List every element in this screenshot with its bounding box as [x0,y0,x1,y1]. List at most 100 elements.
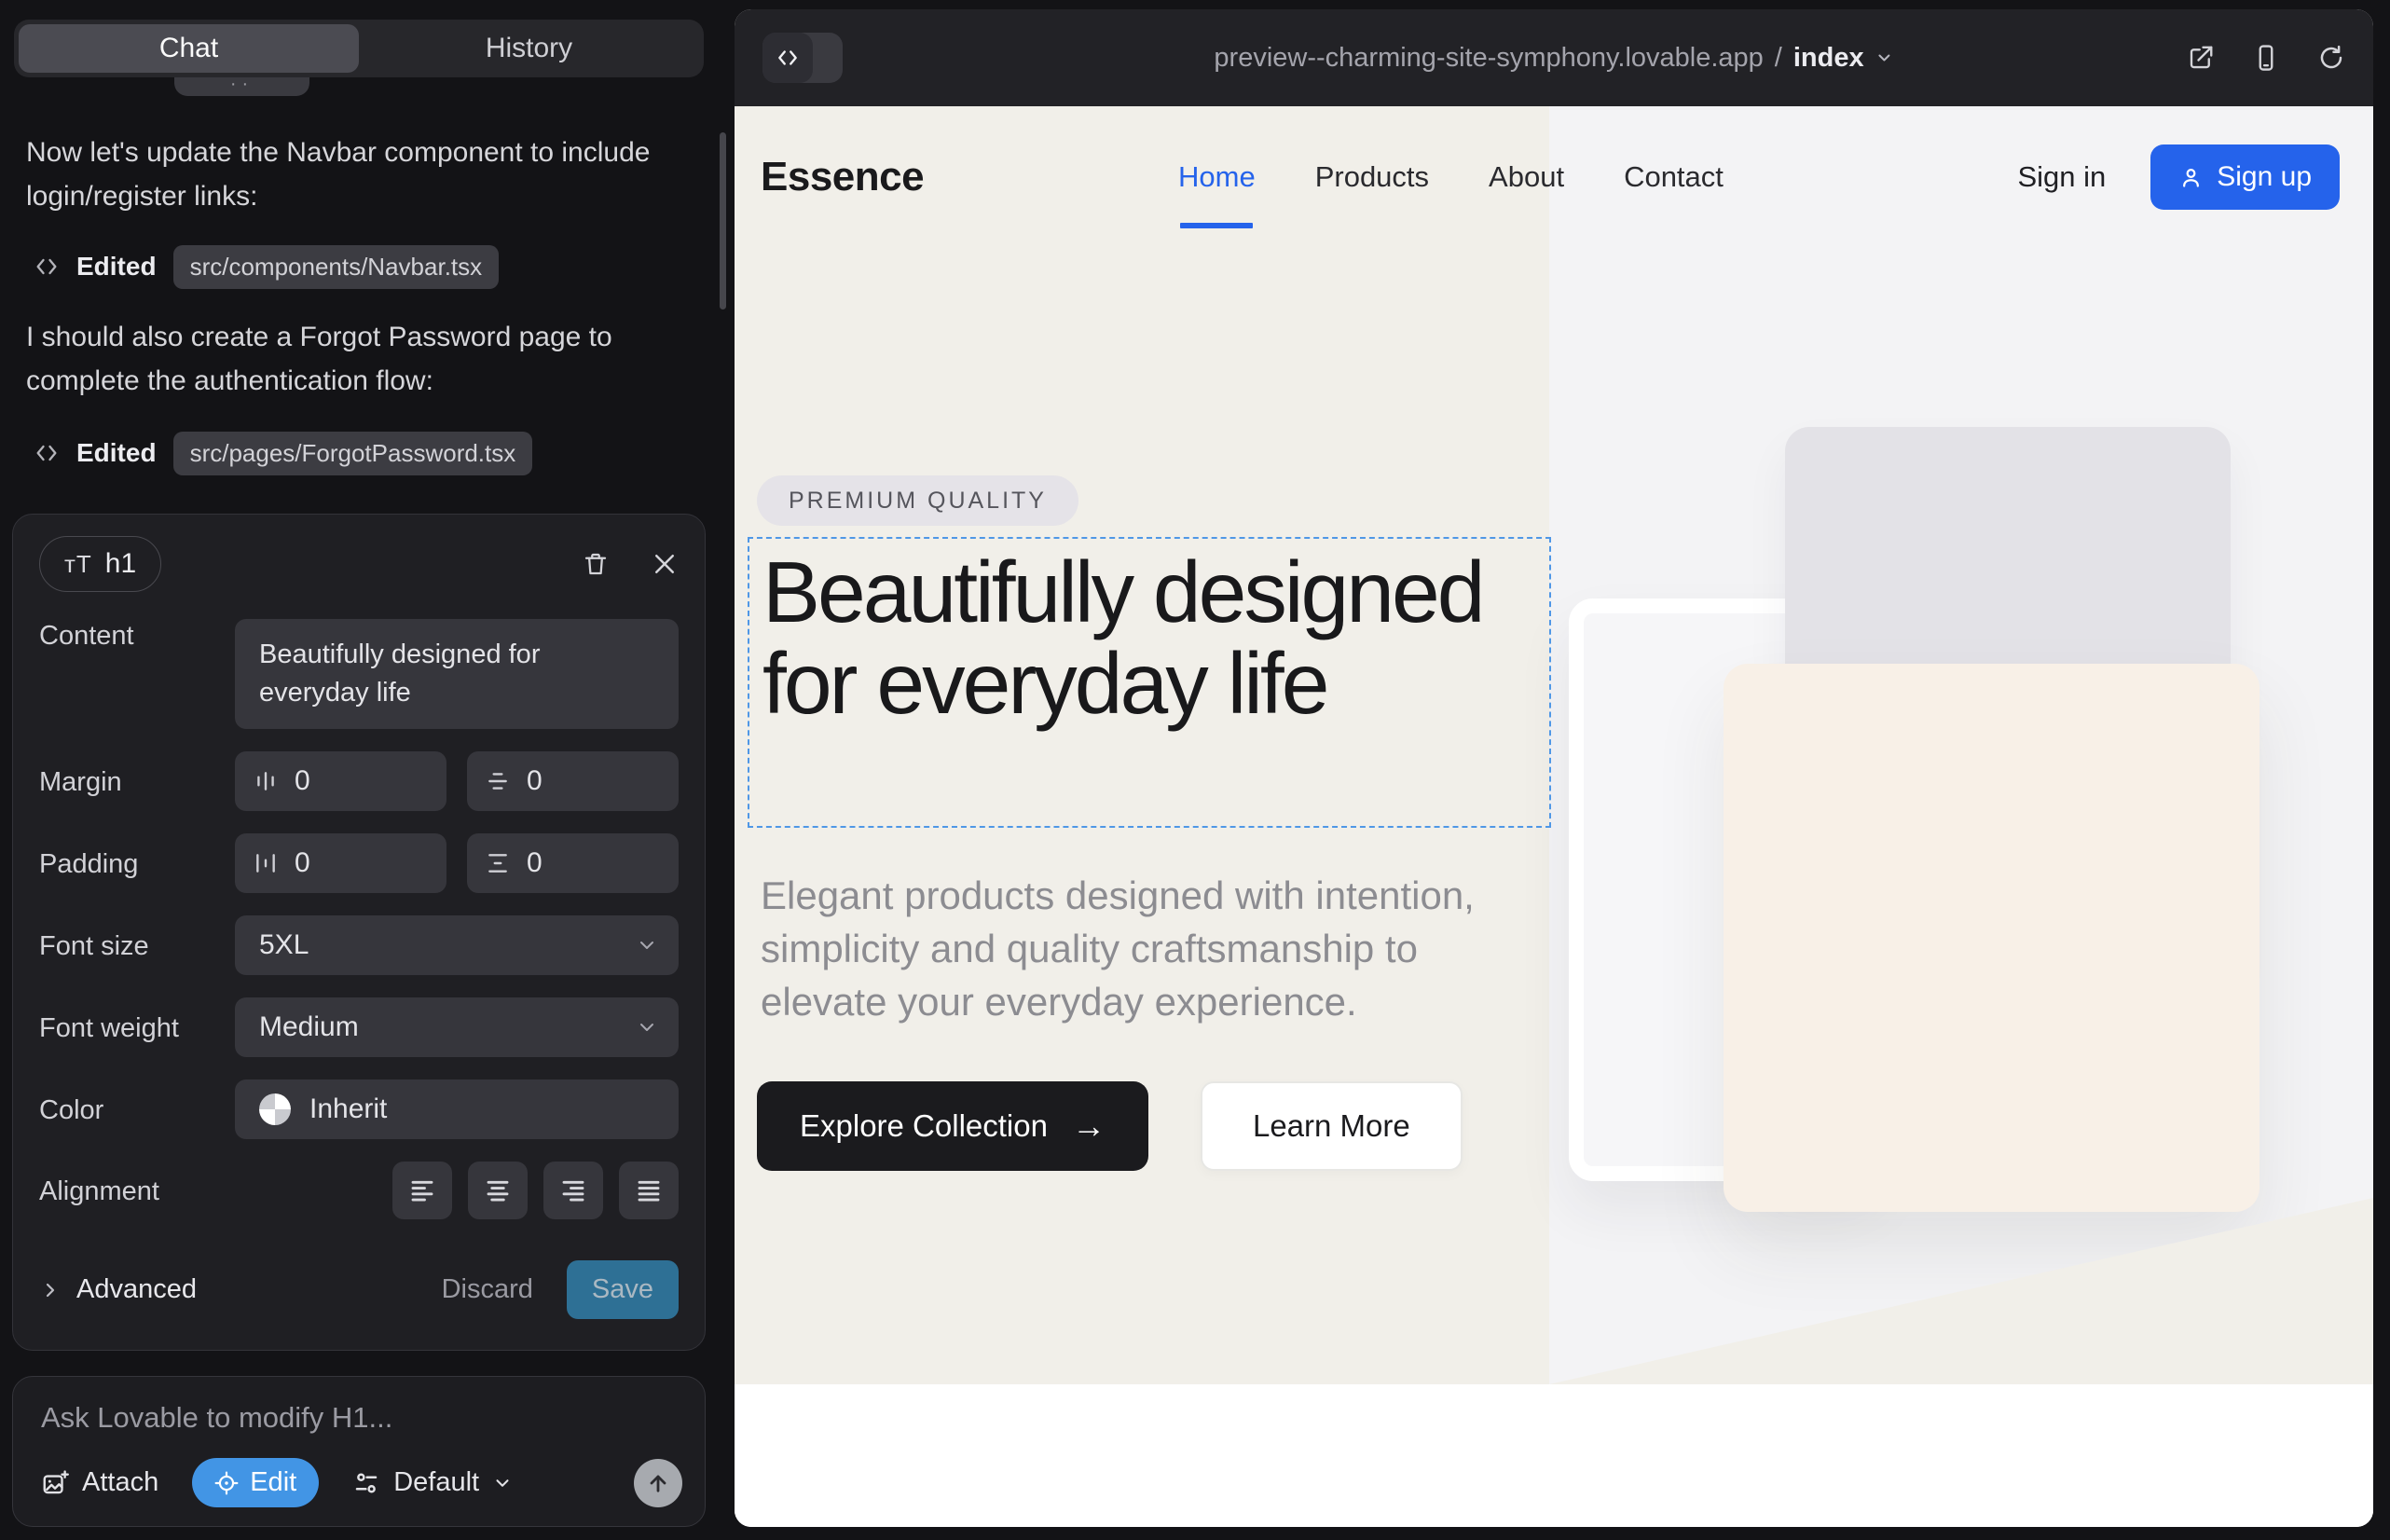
send-button[interactable] [634,1459,682,1507]
trash-icon [582,550,610,578]
margin-x-value: 0 [295,765,310,797]
active-nav-underline [1180,223,1253,228]
margin-vertical-icon [486,769,510,793]
code-toggle-knob [762,33,813,83]
nav-link-label: Home [1178,160,1256,193]
file-chip[interactable]: src/components/Navbar.tsx [173,245,500,289]
discard-button[interactable]: Discard [442,1274,533,1305]
margin-row: Margin 0 0 [39,751,679,811]
element-tag-label: h1 [105,548,136,580]
selected-element-badge: тT h1 [39,536,161,592]
mode-label: Default [393,1467,479,1498]
arrow-right-icon: → [1072,1107,1106,1146]
content-input[interactable]: Beautifully designed for everyday life [235,619,679,729]
save-button[interactable]: Save [567,1260,679,1319]
nav-link-products[interactable]: Products [1315,160,1429,194]
padding-row: Padding 0 0 [39,833,679,893]
user-icon [2178,165,2204,190]
align-justify-button[interactable] [619,1162,679,1219]
mode-select[interactable]: Default [352,1467,513,1498]
font-weight-select[interactable]: Medium [235,997,679,1057]
chat-scrollbar-thumb[interactable] [720,132,726,309]
url-domain: preview--charming-site-symphony.lovable.… [1214,43,1763,74]
sign-up-label: Sign up [2217,161,2312,193]
chat-composer[interactable]: Ask Lovable to modify H1... Attach Edit [12,1376,706,1527]
open-in-new-tab-button[interactable] [2187,44,2215,72]
advanced-toggle[interactable]: Advanced [39,1274,197,1305]
nav-auth-actions: Sign in Sign up [2017,144,2340,210]
code-icon [34,440,60,466]
align-center-icon [484,1176,512,1204]
site-canvas: Essence Home Products About Contact Sign… [735,106,2373,1527]
code-icon [34,254,60,280]
attach-button[interactable]: Attach [41,1467,158,1498]
margin-x-input[interactable]: 0 [235,751,446,811]
padding-x-input[interactable]: 0 [235,833,446,893]
color-select[interactable]: Inherit [235,1079,679,1139]
edited-file-row: Edited src/pages/ForgotPassword.tsx [34,431,532,475]
color-label: Color [39,1093,235,1126]
explore-collection-button[interactable]: Explore Collection → [757,1081,1148,1171]
site-navbar: Essence Home Products About Contact Sign… [761,144,2340,211]
hero-heading[interactable]: Beautifully designed for everyday life [749,539,1532,729]
target-icon [214,1471,239,1495]
mobile-phone-icon [2252,44,2280,72]
font-weight-value: Medium [259,1011,359,1043]
padding-y-input[interactable]: 0 [467,833,679,893]
alignment-buttons [392,1162,679,1219]
chevron-down-icon [636,934,658,956]
nav-links: Home Products About Contact [1178,160,1724,194]
typography-icon: тT [64,550,92,579]
sidebar-tabs: Chat History [14,20,704,77]
file-chip[interactable]: src/pages/ForgotPassword.tsx [173,432,533,475]
chat-sidebar: Chat History ·· Now let's update the Nav… [0,0,727,1540]
close-icon [651,550,679,578]
align-center-button[interactable] [468,1162,528,1219]
sliders-icon [352,1469,380,1497]
font-size-select[interactable]: 5XL [235,915,679,975]
content-label: Content [39,619,235,652]
edited-label: Edited [76,252,157,282]
preview-url-breadcrumb[interactable]: preview--charming-site-symphony.lovable.… [1214,43,1893,74]
align-left-button[interactable] [392,1162,452,1219]
chat-message: I should also create a Forgot Password p… [26,315,660,403]
close-editor-button[interactable] [651,550,679,578]
tab-chat[interactable]: Chat [19,24,359,73]
nav-link-contact[interactable]: Contact [1624,160,1724,194]
font-size-label: Font size [39,929,235,962]
delete-element-button[interactable] [582,550,610,578]
advanced-label: Advanced [76,1274,197,1305]
nav-link-about[interactable]: About [1489,160,1564,194]
margin-y-input[interactable]: 0 [467,751,679,811]
chevron-down-icon [1875,48,1894,67]
preview-header: preview--charming-site-symphony.lovable.… [735,9,2373,106]
explore-collection-label: Explore Collection [800,1108,1048,1144]
tab-history[interactable]: History [359,24,699,73]
element-editor-panel: тT h1 Content [12,514,706,1351]
chevron-right-icon [39,1279,62,1301]
align-right-icon [559,1176,587,1204]
edited-label: Edited [76,438,157,468]
padding-x-value: 0 [295,847,310,879]
align-right-button[interactable] [543,1162,603,1219]
color-value: Inherit [309,1093,387,1125]
next-section-background [735,1384,2373,1527]
refresh-button[interactable] [2317,44,2345,72]
learn-more-button[interactable]: Learn More [1201,1081,1463,1171]
sign-in-button[interactable]: Sign in [2017,160,2106,194]
edit-mode-button[interactable]: Edit [192,1458,319,1507]
arrow-up-icon [645,1470,671,1496]
editor-actions [582,550,679,578]
alignment-row: Alignment [39,1162,679,1219]
nav-link-home[interactable]: Home [1178,160,1256,194]
chat-message: Now let's update the Navbar component to… [26,131,660,218]
mobile-view-button[interactable] [2252,44,2280,72]
font-weight-row: Font weight Medium [39,997,679,1057]
padding-y-value: 0 [527,847,543,879]
site-logo[interactable]: Essence [761,154,924,200]
sign-up-button[interactable]: Sign up [2150,144,2340,210]
alignment-label: Alignment [39,1175,235,1207]
ellipsis-dots: ·· [230,77,254,90]
code-preview-toggle[interactable] [762,33,843,83]
padding-label: Padding [39,847,235,880]
